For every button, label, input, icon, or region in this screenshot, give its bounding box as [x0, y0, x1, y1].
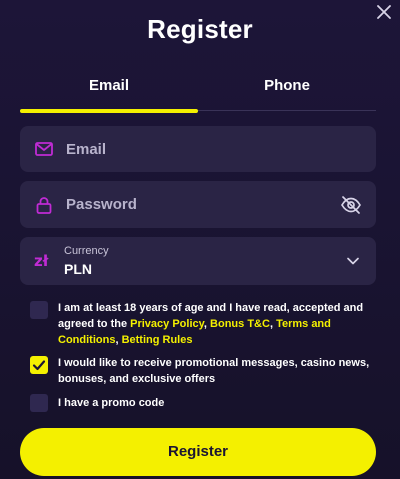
password-field — [20, 181, 376, 228]
register-modal: Register Email Phone zł Currency PLN — [0, 0, 400, 479]
envelope-icon — [35, 142, 53, 156]
chevron-down-icon — [347, 257, 359, 265]
modal-title: Register — [147, 14, 253, 44]
currency-label: Currency — [64, 245, 109, 257]
auth-method-tabs: Email Phone — [20, 74, 376, 113]
tab-email[interactable]: Email — [20, 74, 198, 113]
promotional-text: I would like to receive promotional mess… — [58, 357, 370, 385]
email-field — [20, 126, 376, 172]
promotional-consent-row: I would like to receive promotional mess… — [30, 355, 370, 387]
register-button[interactable]: Register — [20, 428, 376, 476]
currency-value: PLN — [64, 261, 92, 277]
zloty-icon: zł — [34, 252, 49, 270]
promo-code-text: I have a promo code — [58, 397, 165, 409]
privacy-policy-link[interactable]: Privacy Policy — [130, 318, 204, 330]
password-input[interactable] — [66, 181, 336, 228]
password-visibility-toggle[interactable] — [340, 194, 362, 216]
checkmark-icon — [32, 360, 46, 371]
betting-rules-link[interactable]: Betting Rules — [122, 334, 193, 346]
terms-consent-row: I am at least 18 years of age and I have… — [30, 300, 370, 348]
currency-select[interactable]: zł Currency PLN — [20, 237, 376, 285]
email-input[interactable] — [66, 126, 336, 172]
promotional-checkbox[interactable] — [30, 356, 48, 374]
terms-checkbox[interactable] — [30, 301, 48, 319]
lock-icon — [36, 196, 52, 214]
terms-text: I am at least 18 years of age and I have… — [58, 302, 364, 346]
bonus-tc-link[interactable]: Bonus T&C — [210, 318, 270, 330]
tab-phone[interactable]: Phone — [198, 74, 376, 110]
eye-off-icon — [341, 195, 361, 214]
promo-code-checkbox[interactable] — [30, 394, 48, 412]
promo-code-row: I have a promo code — [30, 394, 370, 412]
